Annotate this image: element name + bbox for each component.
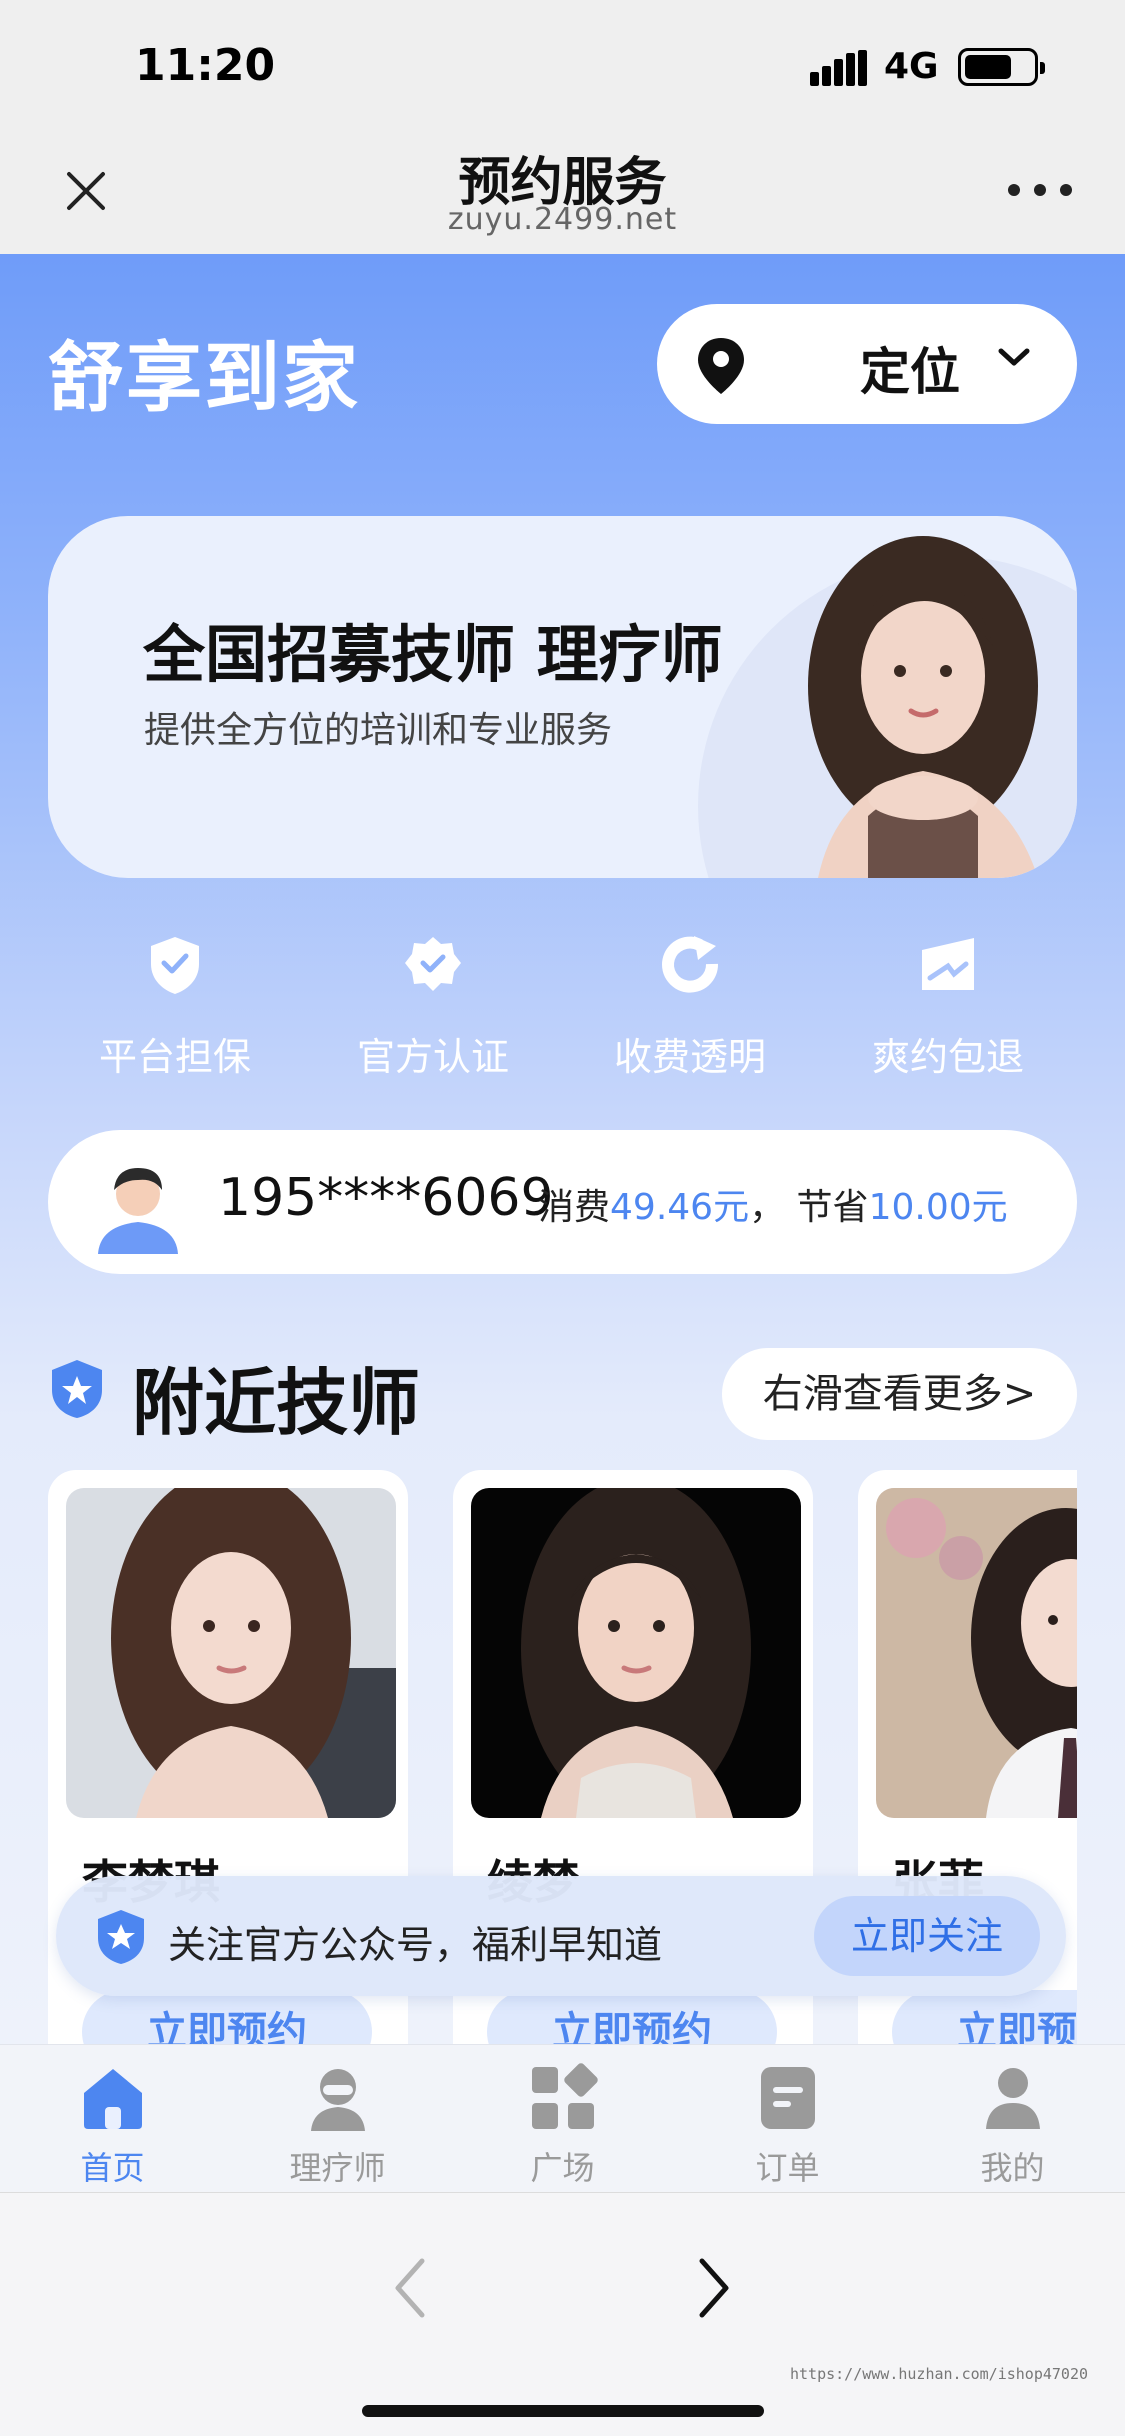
tab-profile[interactable]: 我的 — [900, 2045, 1125, 2193]
book-now-button[interactable]: 立即预约 — [892, 1990, 1077, 2044]
user-savings-card: 195****6069 消费49.46元， 节省10.00元 — [48, 1130, 1077, 1274]
battery-icon — [958, 48, 1045, 86]
tab-home[interactable]: 首页 — [0, 2045, 225, 2193]
feature-label: 平台担保 — [98, 1035, 251, 1079]
tab-label: 我的 — [980, 2149, 1045, 2187]
tab-square[interactable]: 广场 — [450, 2045, 675, 2193]
watermark: https://www.huzhan.com/ishop47020 — [790, 2365, 1089, 2383]
save-value: 10.00元 — [868, 1187, 1008, 1228]
locate-label: 定位 — [860, 343, 960, 401]
avatar — [98, 1168, 178, 1254]
tech-photo — [876, 1488, 1077, 1818]
square-grid-icon — [532, 2063, 598, 2129]
book-now-button[interactable]: 立即预约 — [487, 1990, 777, 2044]
tab-label: 订单 — [755, 2149, 820, 2187]
recruit-banner[interactable]: 全国招募技师 理疗师 提供全方位的培训和专业服务 — [48, 516, 1077, 878]
tab-therapist[interactable]: 理疗师 — [225, 2045, 450, 2193]
forward-arrow-icon[interactable] — [692, 2253, 736, 2323]
follow-button[interactable]: 立即关注 — [814, 1896, 1040, 1976]
tab-label: 理疗师 — [289, 2149, 386, 2187]
locate-button[interactable]: 定位 — [657, 304, 1077, 424]
home-icon — [84, 2069, 142, 2129]
star-badge-icon — [52, 1360, 102, 1418]
feature-label: 收费透明 — [613, 1035, 766, 1079]
chevron-down-icon — [998, 348, 1030, 366]
star-badge-icon — [98, 1910, 144, 1964]
feature-item[interactable]: 收费透明 — [560, 926, 820, 1096]
page-url: zuyu.2499.net — [447, 202, 678, 237]
feature-list: 平台担保 官方认证 收费透明 爽约包退 — [0, 926, 1125, 1096]
shield-check-icon — [151, 937, 199, 994]
bottom-tab-bar: 首页 理疗师 广场 订单 我的 — [0, 2044, 1125, 2192]
tab-label: 首页 — [80, 2149, 145, 2187]
status-bar: 11:20 4G — [0, 0, 1125, 130]
main-content: 舒享到家 定位 全国招募技师 理疗师 提供全方位的培训和专业服务 平台担保 官方… — [0, 254, 1125, 2044]
book-now-button[interactable]: 立即预约 — [82, 1990, 372, 2044]
follow-text: 关注官方公众号，福利早知道 — [168, 1923, 663, 1967]
home-indicator — [362, 2405, 764, 2417]
feature-label: 爽约包退 — [871, 1035, 1024, 1079]
tab-label: 广场 — [530, 2149, 595, 2187]
user-phone: 195****6069 — [218, 1168, 554, 1228]
refund-card-icon — [922, 938, 974, 990]
feature-item[interactable]: 爽约包退 — [818, 926, 1078, 1096]
feature-item[interactable]: 平台担保 — [45, 926, 305, 1096]
profile-icon — [986, 2068, 1040, 2129]
follow-official-account-bar: 关注官方公众号，福利早知道 立即关注 — [56, 1876, 1066, 1996]
banner-model-image — [808, 536, 1038, 878]
savings-summary: 消费49.46元， 节省10.00元 — [538, 1187, 1008, 1228]
brand-title: 舒享到家 — [48, 333, 360, 422]
spend-value: 49.46元 — [610, 1187, 750, 1228]
tech-photo — [66, 1488, 396, 1818]
feature-item[interactable]: 官方认证 — [303, 926, 563, 1096]
status-time: 11:20 — [135, 40, 276, 91]
certified-badge-icon — [405, 937, 461, 991]
banner-title: 全国招募技师 理疗师 — [143, 618, 723, 691]
more-options-icon[interactable] — [1008, 184, 1072, 198]
browser-bottom-bar: https://www.huzhan.com/ishop47020 — [0, 2192, 1125, 2436]
tab-orders[interactable]: 订单 — [675, 2045, 900, 2193]
location-pin-icon — [698, 338, 744, 394]
browser-nav-bar: 预约服务 zuyu.2499.net — [0, 130, 1125, 254]
feature-label: 官方认证 — [356, 1035, 509, 1079]
therapist-icon — [311, 2069, 365, 2131]
refresh-arrow-icon — [662, 936, 719, 993]
tech-photo — [471, 1488, 801, 1818]
section-title: 附近技师 — [132, 1361, 421, 1445]
back-arrow-icon[interactable] — [388, 2253, 432, 2323]
see-more-button[interactable]: 右滑查看更多> — [722, 1348, 1077, 1440]
app-screen: 11:20 4G 预约服务 zuyu.2499.net 舒享到家 定位 全国招募… — [0, 0, 1125, 2436]
order-icon — [761, 2067, 815, 2129]
network-type: 4G — [884, 46, 939, 87]
signal-icon — [810, 50, 868, 86]
banner-subtitle: 提供全方位的培训和专业服务 — [144, 710, 613, 751]
